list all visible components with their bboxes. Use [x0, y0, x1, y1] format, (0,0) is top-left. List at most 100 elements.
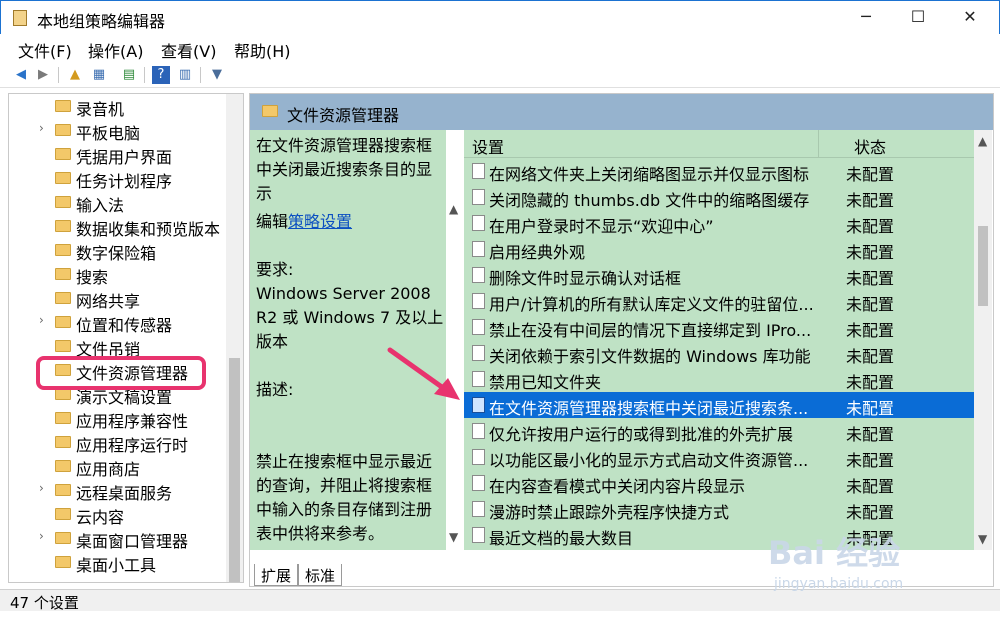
tree-item-app-compat[interactable]: 应用程序兼容性 [9, 406, 229, 431]
tree-item-remote-desktop[interactable]: › 远程桌面服务 [9, 478, 229, 503]
tree-item-ime[interactable]: 输入法 [9, 190, 229, 215]
forward-arrow-icon[interactable]: ▶ [34, 66, 52, 84]
tree-item-task-scheduler[interactable]: 任务计划程序 [9, 166, 229, 191]
list-item-selected[interactable]: 在文件资源管理器搜索框中关闭最近搜索条... 未配置 [464, 392, 974, 418]
tree-item-digital-locker[interactable]: 数字保险箱 [9, 238, 229, 263]
expand-arrow-icon[interactable]: › [39, 481, 44, 495]
tree-item-credential-ui[interactable]: 凭据用户界面 [9, 142, 229, 167]
list-item[interactable]: 删除文件时显示确认对话框 未配置 [464, 262, 974, 288]
folder-icon [55, 292, 71, 304]
details-header: 文件资源管理器 [250, 94, 993, 130]
list-item[interactable]: 在网络文件夹上关闭缩略图显示并仅显示图标 未配置 [464, 158, 974, 184]
tree-item-data-collection[interactable]: 数据收集和预览版本 [9, 214, 229, 239]
policy-setting-icon [472, 475, 485, 491]
tab-extended[interactable]: 扩展 [254, 564, 299, 586]
expand-arrow-icon[interactable]: › [39, 529, 44, 543]
description-pane: 在文件资源管理器搜索框中关闭最近搜索条目的显示 编辑策略设置 要求: Windo… [250, 130, 464, 550]
status-bar: 47 个设置 [0, 589, 1000, 612]
back-arrow-icon[interactable]: ◀ [12, 66, 30, 84]
folder-icon [55, 436, 71, 448]
column-setting[interactable]: 设置 [472, 134, 504, 158]
toolbar-divider [200, 67, 201, 83]
menu-bar: 文件(F) 操作(A) 查看(V) 帮助(H) [0, 34, 1000, 62]
tree-item-search[interactable]: 搜索 [9, 262, 229, 287]
expand-arrow-icon[interactable]: › [39, 121, 44, 135]
tree-pane[interactable]: 录音机 › 平板电脑 凭据用户界面 任务计划程序 输入法 数据收集和预览版本 数字… [8, 93, 244, 583]
policy-settings-link[interactable]: 策略设置 [288, 212, 352, 231]
list-item[interactable]: 禁用已知文件夹 未配置 [464, 366, 974, 392]
folder-icon [55, 412, 71, 424]
menu-action[interactable]: 操作(A) [88, 38, 143, 62]
menu-view[interactable]: 查看(V) [161, 38, 216, 62]
policy-setting-icon [472, 345, 485, 361]
scroll-up-icon[interactable]: ▲ [449, 202, 458, 216]
policy-setting-icon [472, 397, 485, 413]
tree-scroll-thumb[interactable] [229, 358, 240, 582]
list-item[interactable]: 仅允许按用户运行的或得到批准的外壳扩展 未配置 [464, 418, 974, 444]
list-item[interactable]: 漫游时禁止跟踪外壳程序快捷方式 未配置 [464, 496, 974, 522]
list-item[interactable]: 用户/计算机的所有默认库定义文件的驻留位... 未配置 [464, 288, 974, 314]
folder-icon [55, 532, 71, 544]
expand-arrow-icon[interactable]: › [39, 313, 44, 327]
app-icon [13, 10, 27, 26]
policy-setting-icon [472, 189, 485, 205]
help-icon[interactable]: ? [152, 66, 170, 84]
description-scrollbar[interactable]: ▲ ▼ [446, 130, 464, 550]
details-pane: 文件资源管理器 在文件资源管理器搜索框中关闭最近搜索条目的显示 编辑策略设置 要… [249, 93, 994, 587]
close-button[interactable]: ✕ [947, 1, 993, 33]
policy-setting-icon [472, 527, 485, 543]
export-list-icon[interactable]: ▤ [120, 66, 138, 84]
policy-setting-icon [472, 371, 485, 387]
requirements-label: 要求: [256, 260, 294, 279]
column-divider[interactable] [818, 130, 819, 158]
folder-icon [262, 105, 278, 117]
policy-setting-icon [472, 215, 485, 231]
tree-item-tablet[interactable]: › 平板电脑 [9, 118, 229, 143]
list-item[interactable]: 启用经典外观 未配置 [464, 236, 974, 262]
list-scrollbar[interactable]: ▲ ▼ [974, 130, 992, 550]
scroll-down-icon[interactable]: ▼ [978, 532, 987, 546]
tree-item-cloud-content[interactable]: 云内容 [9, 502, 229, 527]
column-status[interactable]: 状态 [854, 134, 886, 158]
tree-item-recorder[interactable]: 录音机 [9, 94, 229, 119]
tree-scrollbar[interactable] [226, 94, 243, 582]
maximize-button[interactable]: ☐ [895, 1, 941, 33]
menu-file[interactable]: 文件(F) [18, 38, 72, 62]
minimize-button[interactable]: ─ [843, 1, 889, 33]
properties-icon[interactable]: ▥ [176, 66, 194, 84]
list-item[interactable]: 在用户登录时不显示“欢迎中心” 未配置 [464, 210, 974, 236]
tree-item-app-store[interactable]: 应用商店 [9, 454, 229, 479]
policy-setting-icon [472, 423, 485, 439]
settings-count: 47 个设置 [10, 594, 79, 612]
tree-item-network-sharing[interactable]: 网络共享 [9, 286, 229, 311]
list-scroll-thumb[interactable] [978, 226, 988, 306]
highlight-annotation [36, 356, 206, 390]
up-folder-icon[interactable]: ▲ [66, 66, 84, 84]
folder-icon [55, 148, 71, 160]
folder-icon [55, 124, 71, 136]
policy-setting-icon [472, 241, 485, 257]
list-item[interactable]: 以功能区最小化的显示方式启动文件资源管... 未配置 [464, 444, 974, 470]
tree-item-app-runtime[interactable]: 应用程序运行时 [9, 430, 229, 455]
policy-setting-icon [472, 319, 485, 335]
tree-item-gadgets[interactable]: 桌面小工具 [9, 550, 229, 575]
tab-standard[interactable]: 标准 [298, 564, 343, 586]
folder-icon [55, 268, 71, 280]
scroll-down-icon[interactable]: ▼ [449, 530, 458, 544]
policy-setting-icon [472, 501, 485, 517]
tree-item-file-revocation[interactable]: 文件吊销 [9, 334, 229, 359]
list-item[interactable]: 在内容查看模式中关闭内容片段显示 未配置 [464, 470, 974, 496]
scroll-up-icon[interactable]: ▲ [978, 134, 987, 148]
description-text: 禁止在搜索框中显示最近的查询，并阻止将搜索框中输入的条目存储到注册表中供将来参考… [256, 452, 433, 543]
folder-icon [55, 484, 71, 496]
settings-list: 设置 状态 在网络文件夹上关闭缩略图显示并仅显示图标 未配置 关闭隐藏的 thum… [464, 130, 992, 550]
menu-help[interactable]: 帮助(H) [234, 38, 291, 62]
folder-icon [55, 556, 71, 568]
tree-item-location-sensors[interactable]: › 位置和传感器 [9, 310, 229, 335]
list-item[interactable]: 关闭隐藏的 thumbs.db 文件中的缩略图缓存 未配置 [464, 184, 974, 210]
filter-icon[interactable]: ▼ [208, 66, 226, 84]
tree-item-dwm[interactable]: › 桌面窗口管理器 [9, 526, 229, 551]
list-item[interactable]: 禁止在没有中间层的情况下直接绑定到 IPro... 未配置 [464, 314, 974, 340]
show-hide-tree-icon[interactable]: ▦ [90, 66, 108, 84]
list-item[interactable]: 关闭依赖于索引文件数据的 Windows 库功能 未配置 [464, 340, 974, 366]
